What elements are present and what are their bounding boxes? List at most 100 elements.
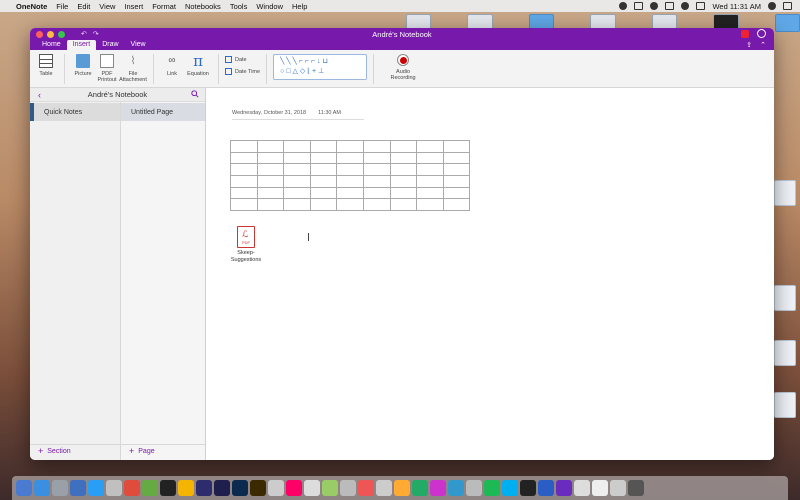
date-time-button[interactable]: Date Time	[225, 68, 260, 75]
back-chevron-icon[interactable]: ‹	[38, 90, 41, 100]
table-cell[interactable]	[336, 140, 364, 153]
table-cell[interactable]	[336, 151, 364, 165]
table-cell[interactable]	[283, 186, 311, 200]
search-icon[interactable]	[768, 2, 776, 10]
share-icon[interactable]: ⇪	[746, 41, 752, 49]
table-cell[interactable]	[309, 151, 338, 165]
table-cell[interactable]	[256, 140, 285, 153]
menu-view[interactable]: View	[99, 2, 115, 11]
menu-notebooks[interactable]: Notebooks	[185, 2, 221, 11]
menu-format[interactable]: Format	[152, 2, 176, 11]
dock-app-icon[interactable]	[466, 480, 482, 496]
table-cell[interactable]	[416, 198, 444, 212]
table-cell[interactable]	[362, 175, 391, 188]
dock-app-icon[interactable]	[160, 480, 176, 496]
table-cell[interactable]	[230, 151, 258, 165]
table-cell[interactable]	[362, 186, 391, 200]
dock-app-icon[interactable]	[376, 480, 392, 496]
table-cell[interactable]	[389, 151, 418, 165]
table-cell[interactable]	[389, 140, 418, 153]
attachment-name[interactable]: Skeep-Suggestions	[228, 250, 264, 264]
dock-app-icon[interactable]	[268, 480, 284, 496]
table-cell[interactable]	[416, 140, 444, 153]
dock-app-icon[interactable]	[214, 480, 230, 496]
table-cell[interactable]	[362, 151, 391, 165]
dock-app-icon[interactable]	[574, 480, 590, 496]
dock-app-icon[interactable]	[196, 480, 212, 496]
dock-app-icon[interactable]	[304, 480, 320, 496]
table-cell[interactable]	[442, 163, 471, 177]
dock-app-icon[interactable]	[232, 480, 248, 496]
dock-app-icon[interactable]	[142, 480, 158, 496]
feedback-icon[interactable]	[757, 29, 766, 38]
dock-app-icon[interactable]	[286, 480, 302, 496]
menu-edit[interactable]: Edit	[77, 2, 90, 11]
table-cell[interactable]	[416, 151, 444, 165]
dock-app-icon[interactable]	[322, 480, 338, 496]
dock-app-icon[interactable]	[448, 480, 464, 496]
pdf-printout-button[interactable]: PDF Printout	[95, 54, 119, 83]
dock-app-icon[interactable]	[358, 480, 374, 496]
dock-app-icon[interactable]	[52, 480, 68, 496]
dock-app-icon[interactable]	[178, 480, 194, 496]
table-cell[interactable]	[309, 175, 338, 188]
dock-app-icon[interactable]	[70, 480, 86, 496]
table-cell[interactable]	[336, 175, 364, 188]
dock-app-icon[interactable]	[88, 480, 104, 496]
desktop-file-icon[interactable]	[774, 180, 796, 206]
table-cell[interactable]	[230, 198, 258, 212]
dock-app-icon[interactable]	[340, 480, 356, 496]
dock-app-icon[interactable]	[250, 480, 266, 496]
table-cell[interactable]	[309, 186, 338, 200]
table-cell[interactable]	[309, 140, 338, 153]
menu-tools[interactable]: Tools	[230, 2, 248, 11]
table-cell[interactable]	[230, 175, 258, 188]
add-page-button[interactable]: + Page	[129, 446, 155, 456]
table-cell[interactable]	[283, 198, 311, 212]
status-icon[interactable]	[634, 2, 644, 10]
inserted-table[interactable]	[230, 140, 471, 212]
link-button[interactable]: ∞ Link	[160, 54, 184, 78]
dock-app-icon[interactable]	[520, 480, 536, 496]
menu-app-name[interactable]: OneNote	[16, 2, 47, 11]
table-cell[interactable]	[442, 198, 471, 212]
picture-button[interactable]: Picture	[71, 54, 95, 77]
table-cell[interactable]	[442, 175, 471, 188]
page-canvas[interactable]: Wednesday, October 31, 2018 11:30 AM ℒ P…	[206, 88, 774, 460]
battery-icon[interactable]	[696, 2, 706, 10]
basic-shapes-icon[interactable]: ○□△◇⌊+⊥	[280, 68, 360, 76]
section-item[interactable]: Quick Notes	[30, 103, 120, 121]
dock-app-icon[interactable]	[484, 480, 500, 496]
audio-recording-button[interactable]: Audio Recording	[388, 54, 418, 81]
line-shapes-icon[interactable]: ╲╲╲⌐⌐⌐↓⊔	[280, 58, 360, 66]
status-icon[interactable]	[650, 2, 659, 10]
table-cell[interactable]	[389, 186, 418, 200]
screen-icon[interactable]	[665, 2, 675, 10]
tab-view[interactable]: View	[125, 40, 152, 50]
desktop-file-icon[interactable]	[774, 392, 796, 418]
dock-app-icon[interactable]	[430, 480, 446, 496]
table-cell[interactable]	[256, 163, 285, 177]
table-cell[interactable]	[336, 198, 364, 212]
menu-clock[interactable]: Wed 11:31 AM	[712, 2, 761, 11]
dock-app-icon[interactable]	[34, 480, 50, 496]
tab-insert[interactable]: Insert	[66, 40, 97, 50]
table-cell[interactable]	[389, 175, 418, 188]
dock-app-icon[interactable]	[538, 480, 554, 496]
dock-app-icon[interactable]	[412, 480, 428, 496]
table-cell[interactable]	[389, 198, 418, 212]
table-cell[interactable]	[309, 198, 338, 212]
dock-app-icon[interactable]	[610, 480, 626, 496]
file-attachment[interactable]: ℒ PDF Skeep-Suggestions	[228, 226, 264, 264]
wifi-icon[interactable]	[681, 2, 690, 10]
table-cell[interactable]	[442, 151, 471, 165]
search-icon[interactable]	[191, 90, 199, 98]
table-cell[interactable]	[362, 198, 391, 212]
shapes-gallery[interactable]: ╲╲╲⌐⌐⌐↓⊔ ○□△◇⌊+⊥	[273, 54, 368, 80]
page-item[interactable]: Untitled Page	[121, 103, 205, 121]
table-cell[interactable]	[230, 163, 258, 177]
menu-file[interactable]: File	[56, 2, 68, 11]
table-cell[interactable]	[416, 175, 444, 188]
menu-insert[interactable]: Insert	[124, 2, 143, 11]
table-cell[interactable]	[283, 140, 311, 153]
